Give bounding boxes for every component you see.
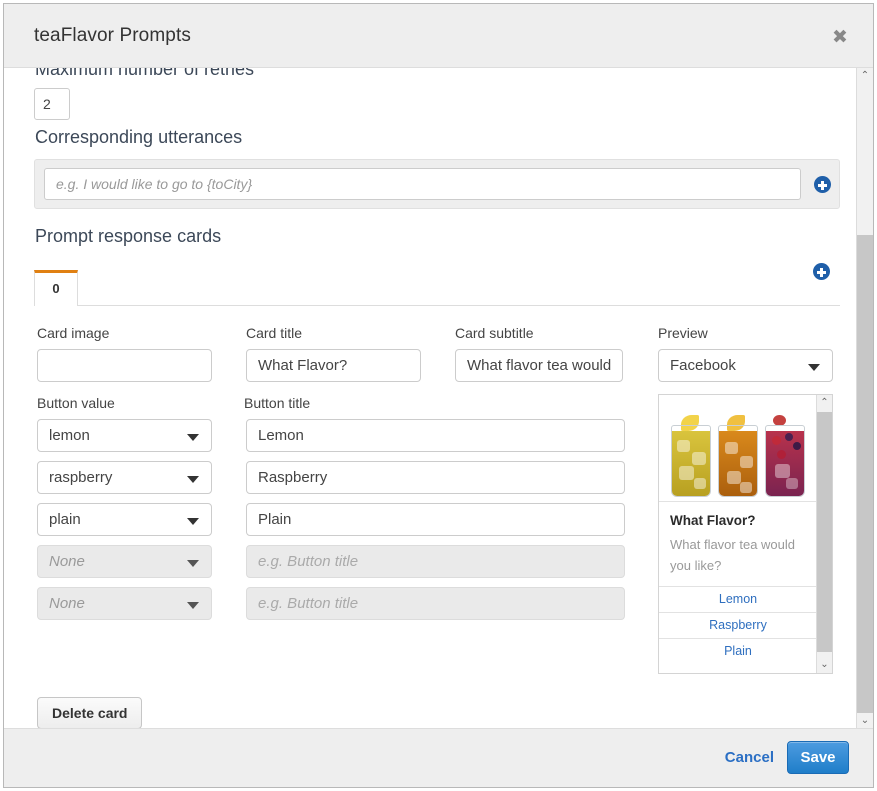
button-value-select-0[interactable]: lemon — [37, 419, 212, 452]
preview-scroll-up-icon[interactable]: ⌃ — [817, 395, 832, 411]
preview-card-button-1[interactable]: Raspberry — [659, 612, 817, 638]
button-value-select-2-text: plain — [49, 504, 81, 535]
chevron-down-icon — [187, 560, 199, 567]
scroll-thumb[interactable] — [857, 235, 873, 713]
preview-scroll-thumb[interactable] — [817, 412, 832, 652]
card-image-input[interactable] — [37, 349, 212, 382]
iced-tea-glass-berry — [765, 415, 805, 497]
preview-card-button-2[interactable]: Plain — [659, 638, 817, 664]
preview-label: Preview — [658, 325, 708, 341]
response-card-tabs: 0 — [34, 270, 840, 306]
iced-tea-glass-amber — [718, 415, 758, 497]
prompts-modal-dialog: teaFlavor Prompts ✖ Maximum number of re… — [3, 3, 874, 788]
screen: teaFlavor Prompts ✖ Maximum number of re… — [0, 0, 877, 791]
preview-card-text: What Flavor? What flavor tea would you l… — [659, 502, 817, 586]
utterances-label: Corresponding utterances — [35, 127, 242, 148]
delete-card-button[interactable]: Delete card — [37, 697, 142, 729]
cancel-button[interactable]: Cancel — [725, 749, 774, 766]
button-title-input-1[interactable] — [246, 461, 625, 494]
chevron-down-icon — [808, 364, 820, 371]
preview-scrollbar[interactable]: ⌃ ⌄ — [816, 395, 832, 673]
button-value-select-3-text: None — [49, 546, 85, 577]
card-subtitle-input[interactable] — [455, 349, 623, 382]
tabs-underline — [78, 305, 840, 306]
button-title-input-3[interactable] — [246, 545, 625, 578]
preview-card: What Flavor? What flavor tea would you l… — [659, 395, 817, 664]
button-value-select-4[interactable]: None — [37, 587, 212, 620]
max-retries-label: Maximum number of retries — [35, 68, 254, 80]
preview-platform-text: Facebook — [670, 350, 736, 381]
button-title-input-2[interactable] — [246, 503, 625, 536]
modal-scrollbar[interactable]: ⌃ ⌄ — [856, 68, 873, 730]
button-title-label: Button title — [244, 395, 310, 411]
modal-footer: Cancel Save — [4, 728, 873, 787]
chevron-down-icon — [187, 476, 199, 483]
button-value-select-2[interactable]: plain — [37, 503, 212, 536]
card-image-label: Card image — [37, 325, 109, 341]
preview-platform-select[interactable]: Facebook — [658, 349, 833, 382]
button-value-select-1-text: raspberry — [49, 462, 112, 493]
prompt-response-cards-label: Prompt response cards — [35, 226, 221, 247]
card-subtitle-label: Card subtitle — [455, 325, 534, 341]
card-title-label: Card title — [246, 325, 302, 341]
preview-card-subtitle: What flavor tea would you like? — [670, 534, 806, 577]
card-title-input[interactable] — [246, 349, 421, 382]
modal-header: teaFlavor Prompts ✖ — [4, 4, 873, 68]
modal-title: teaFlavor Prompts — [34, 25, 191, 47]
button-value-select-3[interactable]: None — [37, 545, 212, 578]
button-title-input-0[interactable] — [246, 419, 625, 452]
add-utterance-icon[interactable] — [814, 176, 831, 193]
button-title-input-4[interactable] — [246, 587, 625, 620]
tab-card-0[interactable]: 0 — [34, 270, 78, 306]
preview-panel: What Flavor? What flavor tea would you l… — [658, 394, 833, 674]
button-value-label: Button value — [37, 395, 115, 411]
utterance-row — [34, 159, 840, 209]
button-value-select-0-text: lemon — [49, 420, 90, 451]
chevron-down-icon — [187, 434, 199, 441]
button-value-select-1[interactable]: raspberry — [37, 461, 212, 494]
preview-card-title: What Flavor? — [670, 513, 806, 528]
button-value-select-4-text: None — [49, 588, 85, 619]
modal-body-scroll-area: Maximum number of retries Corresponding … — [4, 68, 874, 730]
utterance-input[interactable] — [44, 168, 801, 200]
iced-tea-glass-lemon — [671, 415, 711, 497]
chevron-down-icon — [187, 602, 199, 609]
chevron-down-icon — [187, 518, 199, 525]
close-icon[interactable]: ✖ — [829, 26, 851, 48]
preview-scroll-down-icon[interactable]: ⌄ — [817, 657, 832, 673]
preview-card-button-0[interactable]: Lemon — [659, 586, 817, 612]
scroll-up-icon[interactable]: ⌃ — [857, 68, 873, 85]
save-button[interactable]: Save — [787, 741, 849, 774]
preview-card-image — [659, 395, 817, 502]
max-retries-input[interactable] — [34, 88, 70, 120]
